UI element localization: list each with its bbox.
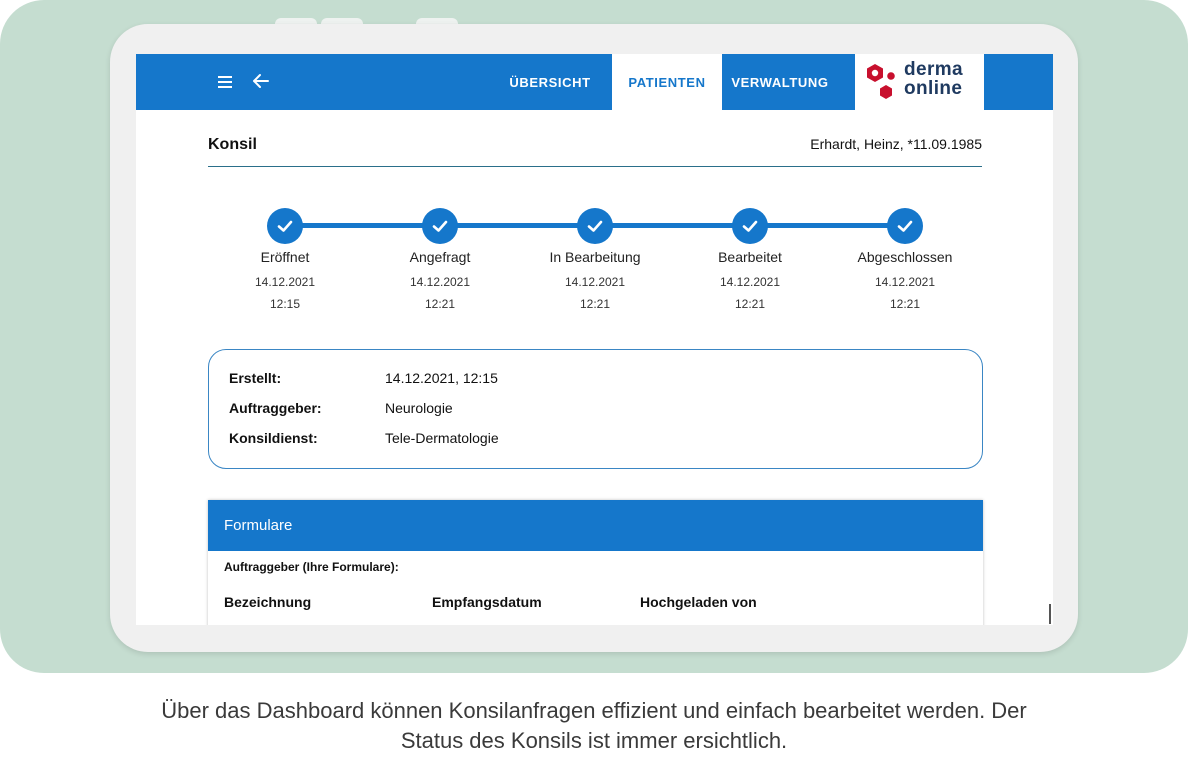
step-label: Bearbeitet (718, 249, 782, 265)
step-date: 14.12.2021 (874, 275, 936, 289)
tab-verwaltung[interactable]: VERWALTUNG (724, 54, 836, 110)
column-header-bezeichnung[interactable]: Bezeichnung (224, 594, 311, 610)
info-label-konsildienst: Konsildienst: (229, 430, 318, 446)
arrow-left-icon[interactable] (250, 70, 272, 92)
step-label: Angefragt (409, 249, 471, 265)
step-time: 12:21 (424, 297, 456, 311)
checkmark-icon (277, 220, 293, 232)
step-time: 12:15 (269, 297, 301, 311)
logo-mark-icon (867, 64, 895, 99)
logo-text-line1: derma (904, 59, 964, 80)
checkmark-icon (587, 220, 603, 232)
patient-info: Erhardt, Heinz, *11.09.1985 (810, 136, 982, 152)
info-value-konsildienst: Tele-Dermatologie (385, 430, 499, 446)
app-screen: ÜBERSICHT PATIENTEN VERWALTUNG derma onl… (136, 54, 1053, 625)
checkmark-icon (742, 220, 758, 232)
step-date: 14.12.2021 (409, 275, 471, 289)
step-time: 12:21 (579, 297, 611, 311)
step-date: 14.12.2021 (564, 275, 626, 289)
info-label-auftraggeber: Auftraggeber: (229, 400, 322, 416)
derma-online-logo[interactable]: derma online (855, 54, 984, 110)
tab-uebersicht[interactable]: ÜBERSICHT (498, 54, 602, 110)
step-time: 12:21 (889, 297, 921, 311)
konsil-info-box: Erstellt: 14.12.2021, 12:15 Auftraggeber… (208, 349, 983, 469)
caption-line-2: Status des Konsils ist immer ersichtlich… (400, 728, 788, 753)
step-label: In Bearbeitung (549, 249, 641, 265)
step-time: 12:21 (734, 297, 766, 311)
hamburger-menu-icon[interactable] (214, 71, 236, 93)
step-date: 14.12.2021 (254, 275, 316, 289)
logo-text: derma online (904, 60, 963, 98)
step-date: 14.12.2021 (719, 275, 781, 289)
scrollbar[interactable] (1049, 604, 1051, 624)
caption: Über das Dashboard können Konsilanfragen… (0, 696, 1188, 756)
checkmark-icon (432, 220, 448, 232)
top-navigation-bar: ÜBERSICHT PATIENTEN VERWALTUNG derma onl… (136, 54, 1053, 110)
formulare-subtitle: Auftraggeber (Ihre Formulare): (224, 560, 399, 574)
step-label: Abgeschlossen (857, 249, 953, 265)
step-check-circle (732, 208, 768, 244)
step-check-circle (887, 208, 923, 244)
column-header-empfangsdatum[interactable]: Empfangsdatum (432, 594, 542, 610)
tab-patienten[interactable]: PATIENTEN (612, 54, 722, 110)
step-label: Eröffnet (260, 249, 310, 265)
formulare-header[interactable]: Formulare (208, 500, 983, 551)
info-value-erstellt: 14.12.2021, 12:15 (385, 370, 498, 386)
step-check-circle (577, 208, 613, 244)
title-divider (208, 166, 982, 167)
step-check-circle (422, 208, 458, 244)
checkmark-icon (897, 220, 913, 232)
logo-text-line2: online (904, 78, 963, 99)
step-check-circle (267, 208, 303, 244)
info-label-erstellt: Erstellt: (229, 370, 282, 386)
info-value-auftraggeber: Neurologie (385, 400, 453, 416)
column-header-hochgeladen-von[interactable]: Hochgeladen von (640, 594, 757, 610)
formulare-card: Formulare Auftraggeber (Ihre Formulare):… (208, 500, 983, 625)
caption-line-1: Über das Dashboard können Konsilanfragen… (161, 698, 1027, 723)
page-title: Konsil (208, 136, 257, 153)
